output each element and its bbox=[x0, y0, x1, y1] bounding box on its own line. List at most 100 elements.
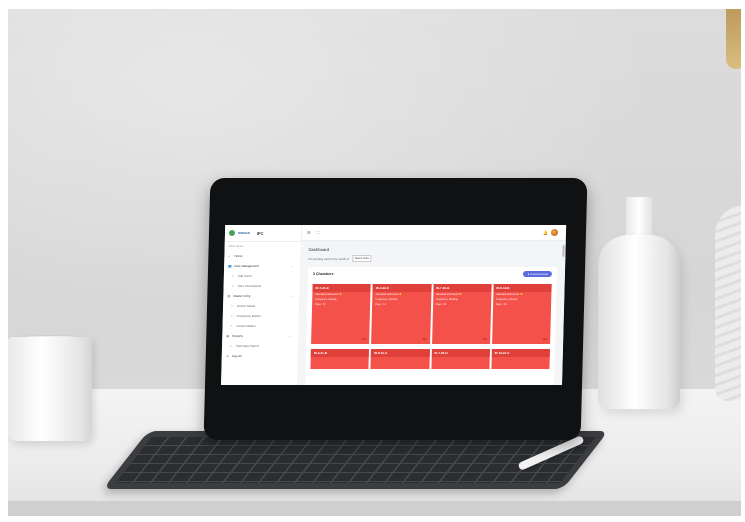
sidebar-item[interactable]: ○ Device Master bbox=[222, 321, 298, 331]
logout-icon: ⇥ bbox=[225, 354, 229, 358]
card-id: IN-7-25-G bbox=[432, 284, 492, 292]
vase-body bbox=[598, 235, 680, 409]
download-data-button[interactable]: ⬇ Download Data bbox=[523, 271, 552, 277]
chart-icon: ▥ bbox=[227, 294, 231, 298]
card-line-days: Days : 26 bbox=[495, 303, 507, 306]
sidebar-item[interactable]: 👥 User Management ⌄ bbox=[224, 261, 300, 271]
page-title: Dashboard bbox=[308, 247, 330, 252]
sidebar-item[interactable]: ○ Add Users bbox=[224, 271, 300, 281]
plant-leaf bbox=[726, 9, 741, 69]
sidebar-item[interactable]: ▤ Reports ⌄ bbox=[222, 331, 298, 341]
filter-row: Pin pending visit for the month of March… bbox=[308, 255, 557, 262]
download-label: Download Data bbox=[530, 272, 548, 276]
card-instrument-text: Allocated Instrument bbox=[375, 293, 399, 296]
panel-title: 3 Chambers bbox=[312, 272, 334, 276]
sidebar-item[interactable]: ▥ Master Entry ⌄ bbox=[223, 291, 299, 301]
sidebar-item-label: Frequency Master bbox=[236, 314, 262, 318]
bell-icon[interactable]: 🔔 bbox=[543, 230, 548, 235]
logo-icon bbox=[228, 230, 236, 236]
sidebar-item[interactable]: ○ Device Model bbox=[223, 301, 299, 311]
chamber-card[interactable]: IR-4-22-C Allocated Instrument Frequency: … bbox=[371, 284, 432, 344]
sidebar: NIRMAN IFC MAIN MENU ⌂ Home 👥 User Manageme… bbox=[221, 225, 303, 385]
circle-icon: ○ bbox=[229, 344, 232, 348]
sidebar-item[interactable]: ○ Summary Report bbox=[222, 341, 298, 351]
sidebar-item-label: Device Model bbox=[237, 304, 256, 308]
circle-icon: ○ bbox=[231, 304, 233, 308]
users-icon: 👥 bbox=[228, 264, 232, 268]
circle-icon: ○ bbox=[230, 314, 233, 318]
hamburger-icon[interactable]: ☰ bbox=[307, 230, 311, 235]
card-id: IR-10-21-C bbox=[491, 349, 550, 357]
sidebar-item[interactable]: ○ User Permissions bbox=[223, 281, 299, 291]
card-action-button[interactable]: Go bbox=[483, 337, 487, 341]
chevron-down-icon: ⌄ bbox=[290, 264, 294, 268]
status-dot-icon bbox=[519, 293, 522, 295]
report-icon: ▤ bbox=[226, 334, 230, 338]
sidebar-item-label: User Permissions bbox=[237, 284, 262, 288]
card-action-button[interactable]: Go bbox=[423, 337, 427, 341]
circle-icon: ○ bbox=[230, 324, 233, 328]
chevron-down-icon: ⌄ bbox=[289, 294, 293, 298]
chamber-card[interactable]: IR-9-21-C bbox=[370, 349, 430, 369]
main-content: Dashboard Pin pending visit for the mont… bbox=[297, 241, 566, 385]
chambers-panel: 3 Chambers ⬇ Download Data IR-7-21-B Allo… bbox=[304, 267, 558, 385]
sidebar-item-label: Summary Report bbox=[235, 344, 259, 348]
sidebar-item[interactable]: ○ Frequency Master bbox=[223, 311, 299, 321]
card-instrument-text: Allocated Instrument bbox=[315, 293, 339, 296]
sidebar-item-label: Device Master bbox=[236, 324, 256, 328]
status-dot-icon bbox=[459, 293, 462, 295]
card-instrument-text: Allocated Instrument bbox=[496, 293, 519, 296]
chamber-card[interactable]: IR-10-21-C bbox=[491, 349, 550, 369]
card-id: IR-2-21-B bbox=[310, 349, 370, 357]
status-dot-icon bbox=[339, 293, 342, 295]
card-id: IR-7-21-B bbox=[312, 284, 371, 292]
top-bar-right: 🔔 bbox=[543, 229, 559, 236]
sidebar-item-label: Reports bbox=[232, 334, 243, 338]
scrollbar[interactable] bbox=[562, 245, 565, 257]
filter-label: Pin pending visit for the month of bbox=[308, 256, 350, 261]
chamber-card[interactable]: IR-7-21-B Allocated Instrument Frequency: … bbox=[311, 284, 371, 344]
ribbed-vase bbox=[715, 205, 741, 401]
tablet-screen: NIRMAN IFC MAIN MENU ⌂ Home 👥 User Manageme… bbox=[221, 225, 567, 385]
panel-header: 3 Chambers ⬇ Download Data bbox=[313, 271, 552, 277]
tablet-device: NIRMAN IFC MAIN MENU ⌂ Home 👥 User Manageme… bbox=[203, 178, 588, 440]
circle-icon: ○ bbox=[231, 284, 234, 288]
card-grid-row2: IR-2-21-B IR-9-21-C IN-7-25-N IR-10-21-C bbox=[310, 349, 550, 369]
sidebar-item[interactable]: ⇥ Log out bbox=[222, 351, 298, 361]
sidebar-item-label: User Management bbox=[234, 264, 259, 268]
month-select[interactable]: March 2024 bbox=[351, 255, 372, 262]
nav-list: ⌂ Home 👥 User Management ⌄ ○ Add Users ○ User Pe… bbox=[222, 251, 301, 361]
logo-row: NIRMAN IFC bbox=[224, 225, 302, 242]
card-id: IN-7-25-N bbox=[431, 349, 490, 357]
expand-icon[interactable]: ⛶ bbox=[317, 230, 320, 235]
card-instrument-text: Allocated Instrument bbox=[435, 293, 459, 296]
logo-text: NIRMAN bbox=[237, 231, 251, 235]
sidebar-item-label: Home bbox=[234, 254, 243, 258]
nav-heading: MAIN MENU bbox=[228, 245, 244, 248]
circle-icon: ○ bbox=[231, 274, 234, 278]
card-line-days: Days : 14 bbox=[375, 303, 386, 306]
sidebar-item-label: Add Users bbox=[237, 274, 252, 278]
brand-name: IFC bbox=[256, 230, 264, 236]
status-dot-icon bbox=[399, 293, 402, 295]
desk-edge bbox=[8, 501, 741, 516]
chamber-card[interactable]: IR-2-21-B bbox=[310, 349, 370, 369]
chamber-card[interactable]: IN-7-25-G Allocated Instrument Frequency: … bbox=[431, 284, 492, 344]
coffee-mug bbox=[8, 337, 92, 441]
sidebar-item[interactable]: ⌂ Home bbox=[224, 251, 300, 261]
card-grid: IR-7-21-B Allocated Instrument Frequency: … bbox=[311, 284, 552, 344]
card-action-button[interactable]: Go bbox=[543, 337, 547, 341]
card-line-days: Days : 22 bbox=[315, 303, 326, 306]
card-action-button[interactable]: Go bbox=[362, 337, 366, 341]
card-line-days: Days : 31 bbox=[435, 303, 447, 306]
top-bar: ☰ ⛶ 🔔 bbox=[300, 225, 567, 241]
white-vase bbox=[598, 197, 680, 409]
avatar[interactable] bbox=[550, 229, 559, 236]
card-id: IR-9-21-C bbox=[370, 349, 430, 357]
card-id: IR-9-12-B bbox=[493, 284, 552, 292]
chamber-card[interactable]: IN-7-25-N bbox=[430, 349, 490, 369]
chamber-card[interactable]: IR-9-12-B Allocated Instrument Frequency: … bbox=[491, 284, 552, 344]
chevron-down-icon: ⌄ bbox=[288, 334, 292, 338]
card-id: IR-4-22-C bbox=[372, 284, 432, 292]
sidebar-item-label: Log out bbox=[231, 354, 242, 358]
